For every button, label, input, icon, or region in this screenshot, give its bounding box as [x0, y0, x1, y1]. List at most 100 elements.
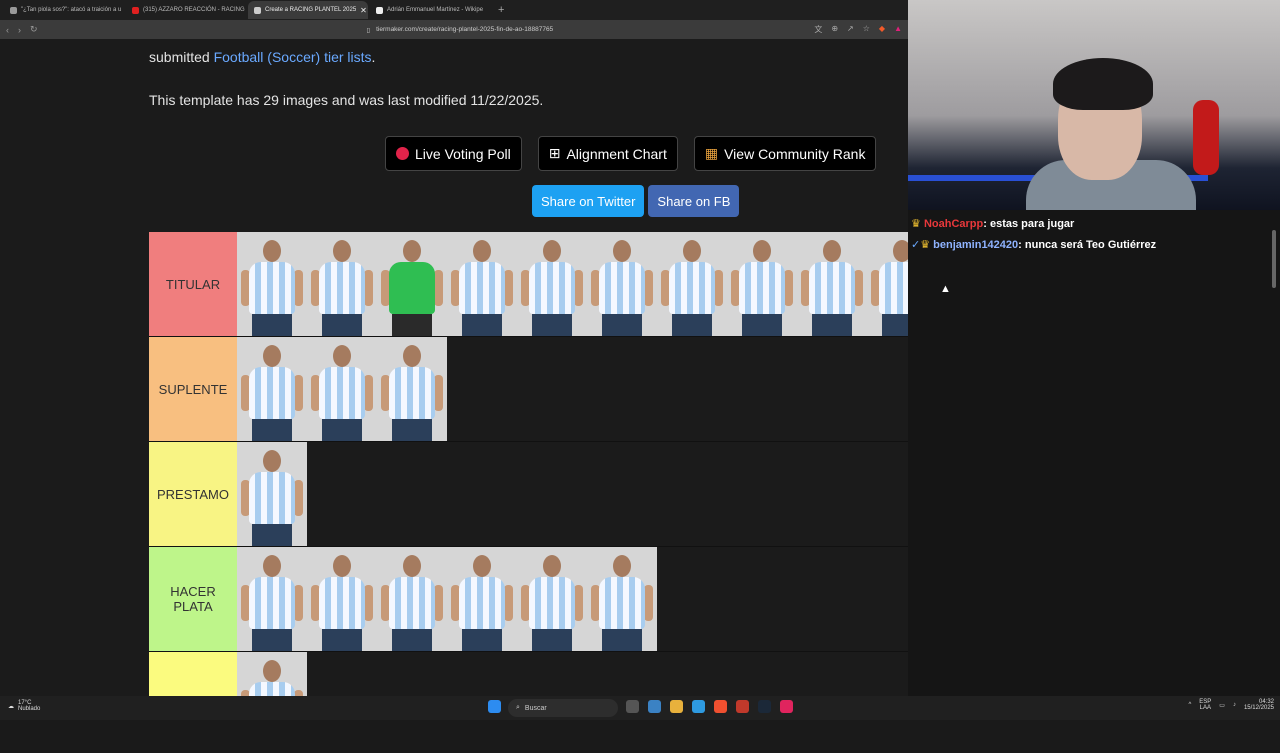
- player-card[interactable]: [237, 442, 307, 546]
- player-card[interactable]: [377, 547, 447, 651]
- action-buttons: Live Voting Poll ⊞ Alignment Chart ▦ View …: [385, 136, 877, 171]
- player-card[interactable]: [797, 232, 867, 336]
- app-icon[interactable]: [780, 700, 793, 713]
- taskbar-search[interactable]: ⌕ Buscar: [508, 699, 618, 717]
- mouse-cursor: ▲: [940, 283, 951, 295]
- tier-label[interactable]: PRESTAMO: [149, 442, 237, 546]
- player-card[interactable]: [587, 232, 657, 336]
- player-card[interactable]: [307, 337, 377, 441]
- scrollbar[interactable]: [1272, 230, 1276, 288]
- player-card[interactable]: [237, 232, 307, 336]
- forward-icon[interactable]: ›: [18, 25, 21, 35]
- chat-message: ✓♛ benjamin142420: nunca será Teo Gutiér…: [911, 239, 1157, 251]
- file-explorer-icon[interactable]: [670, 700, 683, 713]
- taskbar-apps: [488, 700, 501, 713]
- record-icon: [396, 147, 409, 160]
- tier-list-link[interactable]: Football (Soccer) tier lists: [214, 49, 372, 65]
- system-tray: ^ ESP LAA ▭ ♪ 04:32 15/12/2025: [1188, 699, 1274, 711]
- player-card[interactable]: [237, 547, 307, 651]
- clock-date: 15/12/2025: [1243, 705, 1274, 711]
- chat-username: benjamin142420: [933, 239, 1019, 251]
- weather-widget[interactable]: ☁ 17°C Nublado: [8, 700, 40, 712]
- wikipedia-icon: [376, 6, 383, 14]
- player-card[interactable]: [237, 337, 307, 441]
- brave-shield-icon[interactable]: ◆: [879, 24, 885, 35]
- tier-label[interactable]: SUPLENTE: [149, 337, 237, 441]
- share-twitter-button[interactable]: Share on Twitter: [532, 185, 645, 217]
- player-card[interactable]: [517, 547, 587, 651]
- player-card[interactable]: [727, 232, 797, 336]
- windows-start-icon[interactable]: [488, 700, 501, 713]
- cloud-icon: ☁: [8, 703, 14, 710]
- new-tab-icon[interactable]: +: [498, 4, 504, 16]
- tier-label[interactable]: TITULAR: [149, 232, 237, 336]
- task-view-icon[interactable]: [626, 700, 639, 713]
- browser-tab[interactable]: (315) AZZARO REACCIÓN - RACING: [126, 1, 246, 19]
- network-icon[interactable]: ▭: [1219, 702, 1225, 709]
- player-card[interactable]: [447, 547, 517, 651]
- player-card[interactable]: [377, 337, 447, 441]
- translate-icon[interactable]: 文: [814, 24, 822, 35]
- lang-layout: LAA: [1199, 705, 1211, 711]
- brave-rewards-icon[interactable]: ▲: [894, 24, 902, 35]
- tab-title: Adrián Emmanuel Martínez - Wikipe: [387, 7, 484, 13]
- zoom-icon[interactable]: ⊕: [831, 24, 838, 35]
- brave-icon[interactable]: [714, 700, 727, 713]
- browser-tab[interactable]: "¿Tan piola sos?": atacó a traición a u: [4, 1, 124, 19]
- rank-grid-icon: ▦: [704, 145, 719, 161]
- player-card[interactable]: [377, 232, 447, 336]
- player-card[interactable]: [447, 232, 517, 336]
- back-icon[interactable]: ‹: [6, 25, 9, 35]
- template-info: This template has 29 images and was last…: [149, 92, 544, 108]
- tray-chevron-icon[interactable]: ^: [1188, 702, 1191, 708]
- reload-icon[interactable]: ↻: [30, 24, 38, 35]
- chat-message: ♛ NoahCarpp: estas para jugar: [911, 218, 1075, 230]
- tab-title: (315) AZZARO REACCIÓN - RACING: [143, 7, 245, 13]
- verified-icon: ✓: [911, 239, 921, 251]
- community-rank-label: View Community Rank: [724, 145, 866, 162]
- bookmark-icon[interactable]: ▯: [367, 26, 371, 34]
- share-buttons: Share on Twitter Share on FB: [532, 185, 740, 217]
- close-tab-icon[interactable]: ✕: [360, 6, 367, 15]
- page-content: submitted Football (Soccer) tier lists. …: [0, 39, 1053, 696]
- address-bar: ‹ › ↻ ▯ tiermaker.com/create/racing-plan…: [0, 20, 908, 39]
- webcam-overlay: [908, 0, 1280, 210]
- player-card[interactable]: [307, 232, 377, 336]
- tier-label[interactable]: [149, 652, 237, 696]
- browser-tab-active[interactable]: Create a RACING PLANTEL 2025 ✕: [248, 1, 368, 19]
- windows-taskbar: ☁ 17°C Nublado ⌕ Buscar ^ ESP LAA ▭ ♪ 04:3…: [0, 696, 1280, 720]
- browser-tab[interactable]: Adrián Emmanuel Martínez - Wikipe: [370, 1, 490, 19]
- favicon-icon: [254, 6, 261, 14]
- url-text: tiermaker.com/create/racing-plantel-2025…: [376, 26, 554, 33]
- tab-title: Create a RACING PLANTEL 2025: [265, 7, 357, 13]
- alignment-chart-button[interactable]: ⊞ Alignment Chart: [537, 136, 678, 171]
- live-voting-button[interactable]: Live Voting Poll: [385, 136, 522, 171]
- crown-icon: ♛: [911, 218, 921, 230]
- calendar-icon[interactable]: [736, 700, 749, 713]
- share-icon[interactable]: ↗: [847, 24, 854, 35]
- star-icon[interactable]: ☆: [863, 24, 870, 35]
- intro-prefix: submitted: [149, 49, 214, 65]
- grid-icon: ⊞: [548, 145, 561, 161]
- player-card[interactable]: [587, 547, 657, 651]
- pinned-apps: [626, 700, 793, 713]
- edge-icon[interactable]: [692, 700, 705, 713]
- share-fb-button[interactable]: Share on FB: [648, 185, 740, 217]
- player-card[interactable]: [307, 547, 377, 651]
- youtube-icon: [132, 6, 139, 14]
- url-field[interactable]: ▯ tiermaker.com/create/racing-plantel-20…: [367, 26, 554, 34]
- tier-label[interactable]: HACER PLATA: [149, 547, 237, 651]
- steam-icon[interactable]: [758, 700, 771, 713]
- player-card[interactable]: [517, 232, 587, 336]
- player-card[interactable]: [237, 652, 307, 696]
- crown-icon: ♛: [920, 239, 931, 251]
- widgets-icon[interactable]: [648, 700, 661, 713]
- volume-icon[interactable]: ♪: [1233, 702, 1236, 708]
- community-rank-button[interactable]: ▦ View Community Rank: [693, 136, 877, 171]
- chat-text: nunca será Teo Gutiérrez: [1024, 239, 1157, 251]
- player-card[interactable]: [657, 232, 727, 336]
- live-voting-label: Live Voting Poll: [415, 145, 511, 162]
- alignment-chart-label: Alignment Chart: [566, 145, 667, 162]
- weather-text: Nublado: [18, 706, 41, 712]
- microphone: [1193, 100, 1219, 175]
